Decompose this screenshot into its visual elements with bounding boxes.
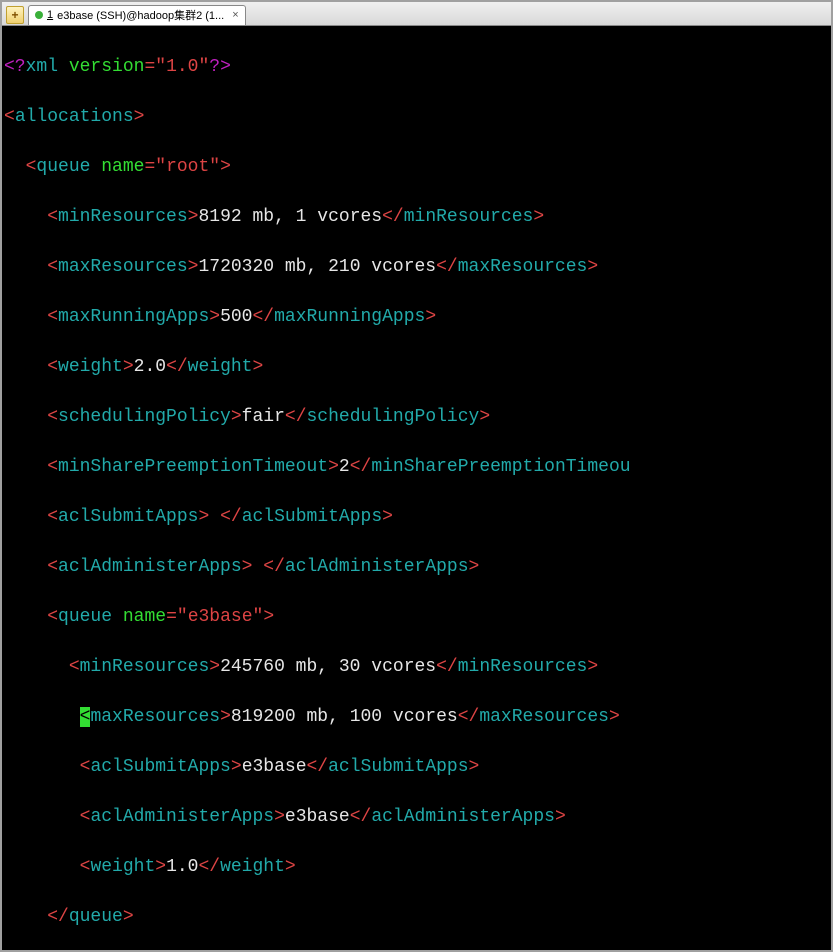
q1-weight: <weight>1.0</weight> [4,855,829,880]
close-queue-e3base: </queue> [4,905,829,930]
tab-title: e3base (SSH)@hadoop集群2 (1... [57,7,224,23]
q1-max-cursor: <maxResources>819200 mb, 100 vcores</max… [4,705,829,730]
close-icon[interactable]: × [232,9,238,21]
tab-e3base[interactable]: 1 e3base (SSH)@hadoop集群2 (1... × [28,5,246,25]
xml-decl: <?xml version="1.0"?> [4,55,829,80]
root-min: <minResources>8192 mb, 1 vcores</minReso… [4,205,829,230]
status-dot-icon [35,11,43,19]
root-max: <maxResources>1720320 mb, 210 vcores</ma… [4,255,829,280]
root-policy: <schedulingPolicy>fair</schedulingPolicy… [4,405,829,430]
open-allocations: <allocations> [4,105,829,130]
ssh-terminal-window: + 1 e3base (SSH)@hadoop集群2 (1... × <?xml… [0,0,833,952]
open-queue-root: <queue name="root"> [4,155,829,180]
new-tab-button[interactable]: + [6,6,24,24]
q1-acladmin: <aclAdministerApps>e3base</aclAdminister… [4,805,829,830]
terminal-viewport[interactable]: <?xml version="1.0"?> <allocations> <que… [2,26,831,950]
tab-bar: + 1 e3base (SSH)@hadoop集群2 (1... × [2,2,831,26]
root-acladmin: <aclAdministerApps> </aclAdministerApps> [4,555,829,580]
root-aclsubmit: <aclSubmitApps> </aclSubmitApps> [4,505,829,530]
tab-index: 1 [47,9,53,21]
open-queue-e3base: <queue name="e3base"> [4,605,829,630]
cursor: < [80,707,91,727]
q1-aclsubmit: <aclSubmitApps>e3base</aclSubmitApps> [4,755,829,780]
root-weight: <weight>2.0</weight> [4,355,829,380]
root-preempt: <minSharePreemptionTimeout>2</minSharePr… [4,455,829,480]
root-maxapps: <maxRunningApps>500</maxRunningApps> [4,305,829,330]
q1-min: <minResources>245760 mb, 30 vcores</minR… [4,655,829,680]
